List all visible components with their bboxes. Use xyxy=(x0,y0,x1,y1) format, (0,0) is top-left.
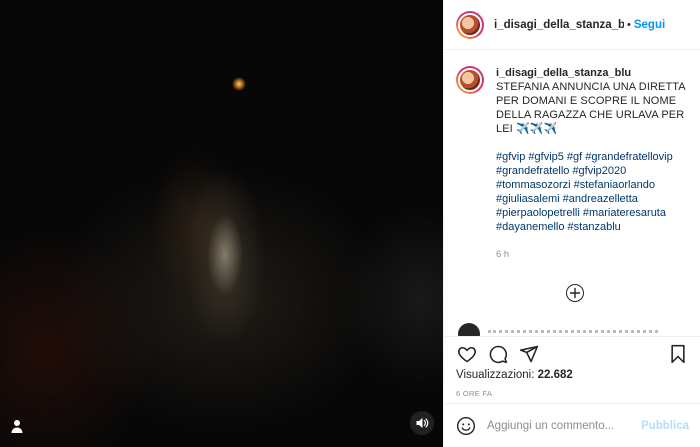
follow-button[interactable]: Segui xyxy=(634,19,665,31)
speaker-icon xyxy=(416,418,429,428)
comment-text-placeholder xyxy=(488,330,658,334)
plus-icon xyxy=(569,287,581,299)
add-comment-bar: Pubblica xyxy=(444,403,700,447)
like-button[interactable] xyxy=(456,343,478,365)
heart-icon xyxy=(458,346,476,363)
load-more-comments-button[interactable] xyxy=(566,284,584,302)
caption-text: STEFANIA ANNUNCIA UNA DIRETTA PER DOMANI… xyxy=(496,81,686,135)
header-username[interactable]: i_disagi_della_stanza_bl xyxy=(494,19,624,31)
post-timestamp[interactable]: 6 ORE FA xyxy=(456,389,689,398)
separator-dot: • xyxy=(627,18,631,31)
avatar[interactable] xyxy=(456,10,484,39)
next-comment-preview xyxy=(458,322,658,336)
caption: i_disagi_della_stanza_blu STEFANIA ANNUN… xyxy=(444,51,700,262)
comment-icon xyxy=(489,345,508,364)
post-header: i_disagi_della_stanza_bl • Segui xyxy=(444,0,700,50)
save-button[interactable] xyxy=(667,343,689,365)
caption-avatar[interactable] xyxy=(456,66,484,94)
post-actions: Visualizzazioni: 22.682 6 ORE FA xyxy=(444,336,700,406)
comment-button[interactable] xyxy=(487,343,509,365)
share-icon xyxy=(519,345,539,363)
views-number: 22.682 xyxy=(537,369,573,381)
user-icon[interactable] xyxy=(9,418,25,434)
comments-section[interactable]: i_disagi_della_stanza_blu STEFANIA ANNUN… xyxy=(444,51,700,336)
share-button[interactable] xyxy=(518,343,540,365)
mute-button[interactable] xyxy=(410,411,434,435)
comment-input[interactable] xyxy=(487,419,635,432)
emoji-button[interactable] xyxy=(456,416,476,436)
caption-username[interactable]: i_disagi_della_stanza_blu xyxy=(496,66,689,80)
emoji-icon xyxy=(456,416,476,435)
caption-hashtags[interactable]: #gfvip #gfvip5 #gf #grandefratellovip #g… xyxy=(496,150,689,234)
video-player[interactable] xyxy=(0,0,443,447)
post-sidebar: i_disagi_della_stanza_bl • Segui i_disag… xyxy=(443,0,700,447)
publish-button[interactable]: Pubblica xyxy=(641,420,689,432)
bookmark-icon xyxy=(671,344,685,364)
caption-time: 6 h xyxy=(496,249,510,260)
view-count: Visualizzazioni: 22.682 xyxy=(456,369,689,381)
comment-avatar[interactable] xyxy=(458,323,480,336)
views-label: Visualizzazioni: xyxy=(456,369,535,381)
